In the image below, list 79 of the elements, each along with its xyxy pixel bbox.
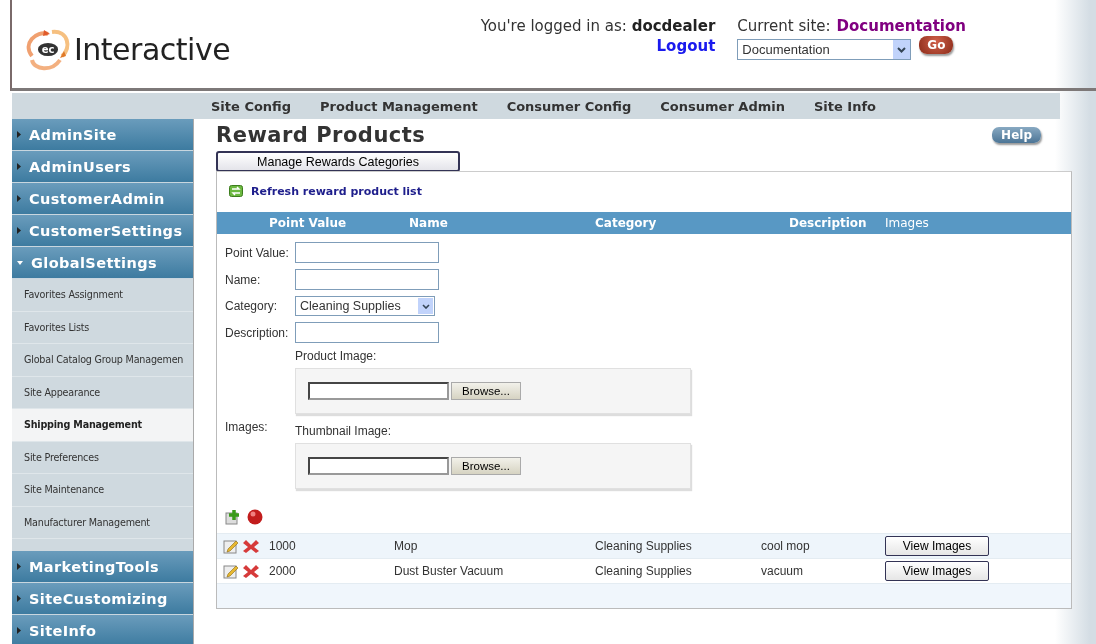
refresh-link[interactable]: Refresh reward product list bbox=[251, 184, 422, 198]
chevron-icon bbox=[897, 46, 907, 53]
nav-link[interactable]: Site Config bbox=[211, 98, 292, 114]
nav-link[interactable]: Consumer Admin bbox=[660, 98, 785, 114]
column-header: Category bbox=[595, 216, 657, 230]
page-title: Reward Products bbox=[216, 123, 426, 147]
category-select[interactable]: Cleaning Supplies bbox=[295, 296, 435, 316]
stop-icon[interactable] bbox=[247, 509, 263, 525]
table-cell-text: Cleaning Supplies bbox=[595, 539, 693, 553]
username: docdealer bbox=[631, 17, 716, 35]
caret-right-icon bbox=[17, 595, 21, 602]
sidebar-group[interactable]: MarketingTools bbox=[12, 551, 193, 583]
sidebar-group[interactable]: CustomerAdmin bbox=[12, 183, 193, 215]
field-label: Description: bbox=[225, 325, 290, 340]
field-label: Category: bbox=[225, 299, 279, 313]
sidebar-group[interactable]: SiteInfo bbox=[12, 615, 193, 644]
view-images-button[interactable]: View Images bbox=[885, 561, 989, 581]
field-label: Name: bbox=[225, 272, 262, 287]
chevron-icon bbox=[421, 303, 430, 309]
sidebar-group[interactable]: CustomerSettings bbox=[12, 215, 193, 247]
sidebar-item[interactable]: Global Catalog Group Managemen bbox=[12, 344, 193, 377]
edit-icon[interactable] bbox=[223, 563, 239, 579]
current-site-name: Documentation bbox=[836, 17, 966, 35]
caret-down-icon bbox=[17, 260, 23, 265]
upload-label: Thumbnail Image: bbox=[295, 424, 393, 438]
table-cell-text: Mop bbox=[394, 539, 419, 553]
caret-right-icon bbox=[17, 131, 21, 138]
sidebar-item[interactable]: Favorites Assignment bbox=[12, 279, 193, 312]
browse-button[interactable]: Browse... bbox=[451, 382, 521, 400]
sidebar-item[interactable]: Shipping Management bbox=[12, 409, 193, 442]
go-button[interactable]: Go bbox=[919, 35, 954, 54]
column-header: Point Value bbox=[269, 216, 347, 230]
upload-label: Product Image: bbox=[295, 349, 378, 363]
caret-right-icon bbox=[17, 563, 21, 570]
add-icon[interactable] bbox=[225, 509, 241, 525]
current-site-label: Current site: bbox=[737, 17, 831, 35]
refresh-icon[interactable] bbox=[229, 185, 243, 197]
login-label: You're logged in as: bbox=[480, 17, 627, 35]
sidebar-group[interactable]: AdminSite bbox=[12, 119, 193, 151]
sidebar-group[interactable]: SiteCustomizing bbox=[12, 583, 193, 615]
caret-right-icon bbox=[17, 163, 21, 170]
field-label: Point Value: bbox=[225, 245, 290, 260]
nav-link[interactable]: Product Management bbox=[320, 98, 478, 114]
table-cell-text: cool mop bbox=[761, 539, 811, 553]
file-path-field[interactable] bbox=[308, 457, 449, 475]
field-label: Images: bbox=[225, 420, 269, 434]
logo-mark: ec bbox=[37, 42, 59, 56]
site-select[interactable]: Documentation bbox=[737, 39, 912, 60]
logo-text: Interactive bbox=[74, 31, 231, 67]
nav-link[interactable]: Consumer Config bbox=[506, 98, 632, 114]
edit-icon[interactable] bbox=[223, 538, 239, 554]
nav-link[interactable]: Site Info bbox=[813, 98, 877, 114]
table-cell-text: Dust Buster Vacuum bbox=[394, 564, 505, 578]
delete-icon[interactable] bbox=[243, 563, 260, 579]
table-cell-text: 2000 bbox=[269, 564, 297, 578]
point-value-field[interactable] bbox=[295, 242, 439, 263]
sidebar-item[interactable]: Site Maintenance bbox=[12, 474, 193, 507]
sidebar-group[interactable]: GlobalSettings bbox=[12, 247, 193, 279]
file-path-field[interactable] bbox=[308, 382, 449, 400]
column-header: Images bbox=[885, 216, 929, 230]
browse-button[interactable]: Browse... bbox=[451, 457, 521, 475]
delete-icon[interactable] bbox=[243, 538, 260, 554]
caret-right-icon bbox=[17, 195, 21, 202]
table-cell-text: 1000 bbox=[269, 539, 297, 553]
view-images-button[interactable]: View Images bbox=[885, 536, 989, 556]
logout-link[interactable]: Logout bbox=[656, 37, 716, 55]
column-header: Name bbox=[409, 216, 448, 230]
manage-categories-button[interactable]: Manage Rewards Categories bbox=[216, 151, 460, 172]
name-field[interactable] bbox=[295, 269, 439, 290]
sidebar-item[interactable]: Site Preferences bbox=[12, 441, 193, 474]
table-cell-text: Cleaning Supplies bbox=[595, 564, 693, 578]
sidebar-group[interactable]: AdminUsers bbox=[12, 151, 193, 183]
description-field[interactable] bbox=[295, 322, 439, 343]
sidebar-item[interactable]: Manufacturer Management bbox=[12, 506, 193, 539]
table-cell-text: vacuum bbox=[761, 564, 805, 578]
sidebar-item[interactable]: Favorites Lists bbox=[12, 311, 193, 344]
column-header: Description bbox=[789, 216, 867, 230]
caret-right-icon bbox=[17, 627, 21, 634]
caret-right-icon bbox=[17, 227, 21, 234]
